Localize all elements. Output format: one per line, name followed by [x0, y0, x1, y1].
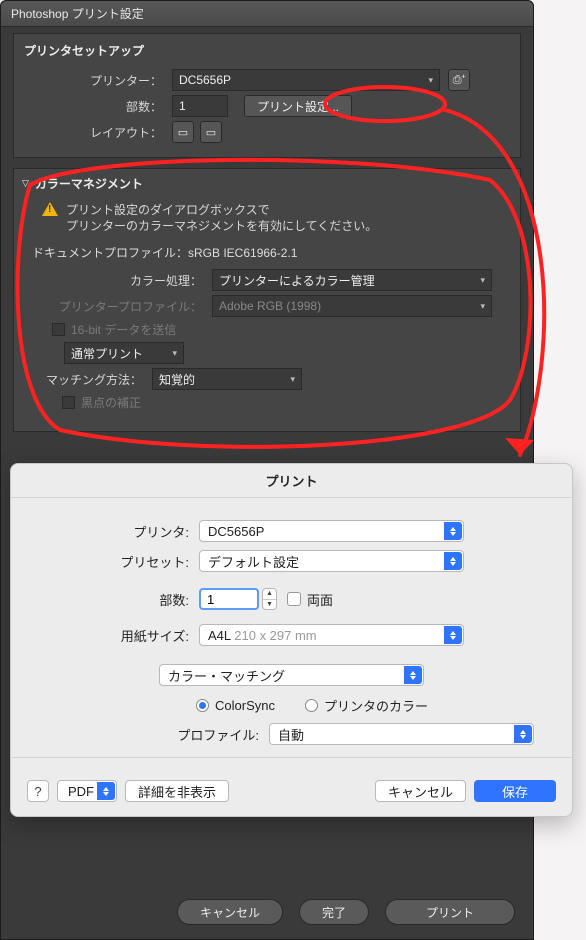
- color-management-heading: カラーマネジメント: [35, 175, 143, 192]
- select-caps-icon: [444, 626, 462, 644]
- mac-save-button[interactable]: 保存: [474, 780, 556, 802]
- copies-input[interactable]: [172, 95, 228, 117]
- printer-select[interactable]: DC5656P▾: [172, 69, 440, 91]
- layout-portrait-icon[interactable]: ▭: [172, 121, 194, 143]
- photoshop-dialog-footer: キャンセル 完了 プリント: [177, 899, 515, 925]
- chevron-down-icon: ▾: [474, 301, 485, 312]
- mac-preset-label: プリセット:: [31, 552, 199, 571]
- select-caps-icon: [514, 725, 532, 743]
- mac-duplex-label: 両面: [307, 590, 333, 609]
- printer-setup-panel: プリンタセットアップ プリンター： DC5656P▾ ⎙⁺ 部数： プリント設定…: [13, 33, 521, 158]
- mac-copies-stepper[interactable]: ▲▼: [262, 588, 277, 610]
- dialog-title: Photoshop プリント設定: [11, 5, 144, 22]
- mac-cancel-button[interactable]: キャンセル: [375, 780, 466, 802]
- mac-sheet-footer: ? PDF 詳細を非表示 キャンセル 保存: [11, 776, 572, 816]
- divider: [11, 757, 572, 758]
- color-handling-label: カラー処理：: [14, 272, 212, 289]
- color-handling-select[interactable]: プリンターによるカラー管理▾: [212, 269, 492, 291]
- dialog-titlebar[interactable]: Photoshop プリント設定: [1, 1, 533, 27]
- mac-paper-select[interactable]: A4L 210 x 297 mm: [199, 624, 464, 646]
- mac-copies-input[interactable]: [199, 588, 259, 610]
- copies-label: 部数：: [14, 98, 172, 115]
- printer-color-radio-row[interactable]: プリンタのカラー: [305, 696, 428, 715]
- sheet-title: プリント: [11, 464, 572, 498]
- ps-print-button[interactable]: プリント: [385, 899, 515, 925]
- mac-profile-select[interactable]: 自動: [269, 723, 534, 745]
- color-management-heading-row[interactable]: ▽ カラーマネジメント: [14, 169, 520, 198]
- pdf-menu-button[interactable]: PDF: [57, 780, 117, 802]
- rendering-intent-label: マッチング方法：: [14, 371, 152, 388]
- select-caps-icon: [97, 782, 115, 800]
- color-management-warning: プリント設定のダイアログボックスで プリンターのカラーマネジメントを有効にしてく…: [14, 198, 520, 236]
- mac-duplex-checkbox[interactable]: [287, 592, 301, 606]
- stepper-down-icon[interactable]: ▼: [263, 600, 276, 610]
- help-button[interactable]: ?: [27, 780, 49, 802]
- ps-done-button[interactable]: 完了: [299, 899, 369, 925]
- stepper-up-icon[interactable]: ▲: [263, 589, 276, 600]
- mac-profile-label: プロファイル:: [31, 725, 269, 744]
- black-point-checkbox: [62, 396, 75, 409]
- chevron-down-icon: ▾: [474, 275, 485, 286]
- layout-label: レイアウト：: [14, 124, 172, 141]
- chevron-down-icon: ▾: [422, 75, 433, 86]
- send-16bit-checkbox: [52, 323, 65, 336]
- layout-landscape-icon[interactable]: ▭: [200, 121, 222, 143]
- select-caps-icon: [444, 522, 462, 540]
- hide-details-button[interactable]: 詳細を非表示: [125, 780, 229, 802]
- radio-icon: [305, 699, 318, 712]
- rendering-intent-select[interactable]: 知覚的▾: [152, 368, 302, 390]
- send-16bit-label: 16-bit データを送信: [71, 321, 176, 338]
- document-profile-text: ドキュメントプロファイル：sRGB IEC61966-2.1: [14, 236, 520, 265]
- chevron-down-icon: ▾: [166, 348, 177, 359]
- mac-preset-select[interactable]: デフォルト設定: [199, 550, 464, 572]
- printer-label: プリンター：: [14, 72, 172, 89]
- color-matching-radio-group: ColorSync プリンタのカラー: [31, 696, 552, 715]
- mac-paper-label: 用紙サイズ:: [31, 626, 199, 645]
- print-type-select[interactable]: 通常プリント▾: [64, 342, 184, 364]
- printer-setup-heading: プリンタセットアップ: [14, 34, 520, 65]
- mac-printer-select[interactable]: DC5656P: [199, 520, 464, 542]
- color-management-panel: ▽ カラーマネジメント プリント設定のダイアログボックスで プリンターのカラーマ…: [13, 168, 521, 432]
- colorsync-radio-row[interactable]: ColorSync: [196, 698, 275, 713]
- printer-plus-icon[interactable]: ⎙⁺: [448, 69, 470, 91]
- printer-profile-label: プリンタープロファイル：: [14, 298, 212, 315]
- black-point-label: 黒点の補正: [81, 394, 141, 411]
- select-caps-icon: [444, 552, 462, 570]
- ps-cancel-button[interactable]: キャンセル: [177, 899, 283, 925]
- disclosure-triangle-icon[interactable]: ▽: [22, 178, 29, 189]
- macos-print-sheet: プリント プリンタ: DC5656P プリセット: デフォルト設定 部数: ▲▼…: [10, 463, 573, 817]
- radio-icon: [196, 699, 209, 712]
- print-settings-button[interactable]: プリント設定...: [244, 95, 352, 117]
- select-caps-icon: [404, 666, 422, 684]
- chevron-down-icon: ▾: [284, 374, 295, 385]
- mac-printer-label: プリンタ:: [31, 522, 199, 541]
- printer-profile-select: Adobe RGB (1998)▾: [212, 295, 492, 317]
- warning-triangle-icon: [42, 202, 58, 216]
- mac-copies-label: 部数:: [31, 590, 199, 609]
- mac-section-select[interactable]: カラー・マッチング: [159, 664, 424, 686]
